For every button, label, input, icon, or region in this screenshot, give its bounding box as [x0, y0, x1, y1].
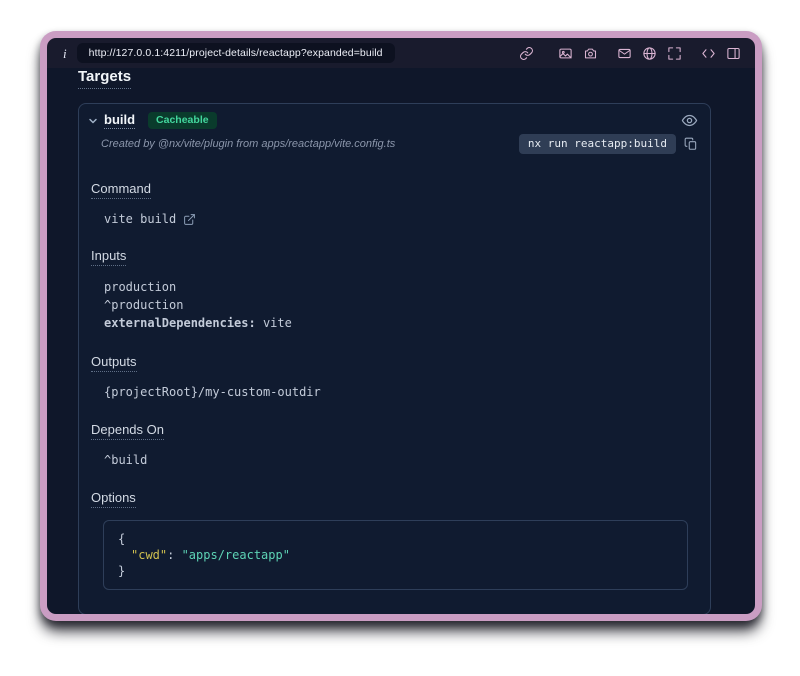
- target-name-build[interactable]: build: [104, 112, 135, 129]
- section-heading-outputs: Outputs: [91, 354, 137, 372]
- command-value: vite build: [104, 212, 176, 226]
- run-command-chip[interactable]: nx run reactapp:build: [519, 134, 676, 154]
- build-card-subheader: Created by @nx/vite/plugin from apps/rea…: [79, 131, 710, 163]
- info-icon[interactable]: i: [63, 47, 67, 60]
- json-value: "apps/reactapp": [182, 548, 290, 562]
- json-open-brace: {: [118, 532, 125, 546]
- eye-icon: [681, 112, 698, 129]
- camera-icon[interactable]: [583, 46, 598, 61]
- url-bar[interactable]: http://127.0.0.1:4211/project-details/re…: [77, 43, 395, 63]
- fullscreen-icon[interactable]: [667, 46, 682, 61]
- build-card-body: Command vite build Inputs production ^pr…: [79, 163, 710, 614]
- input-item: ^production: [104, 296, 698, 314]
- created-by-text: Created by @nx/vite/plugin from apps/rea…: [101, 138, 511, 150]
- json-key: "cwd": [131, 548, 167, 562]
- mail-icon[interactable]: [617, 46, 632, 61]
- json-close-brace: }: [118, 564, 125, 578]
- app-window: i http://127.0.0.1:4211/project-details/…: [40, 31, 762, 621]
- json-colon: :: [167, 548, 181, 562]
- link-icon[interactable]: [519, 46, 534, 61]
- section-heading-inputs: Inputs: [91, 248, 126, 266]
- code-icon[interactable]: [701, 46, 716, 61]
- browser-titlebar: i http://127.0.0.1:4211/project-details/…: [47, 38, 755, 68]
- copy-button[interactable]: [684, 137, 698, 151]
- open-command-button[interactable]: [183, 213, 196, 226]
- page-content: Targets build Cacheable Created by @nx/v…: [47, 68, 755, 614]
- url-text: http://127.0.0.1:4211/project-details/re…: [89, 47, 383, 59]
- screenshot-icon[interactable]: [558, 46, 573, 61]
- options-code-block: { "cwd": "apps/reactapp" }: [103, 520, 688, 590]
- titlebar-actions: [519, 46, 741, 61]
- sidebar-layout-icon[interactable]: [726, 46, 741, 61]
- output-item: {projectRoot}/my-custom-outdir: [104, 384, 698, 400]
- section-heading-depends-on: Depends On: [91, 422, 164, 440]
- external-link-icon: [183, 213, 196, 226]
- chevron-down-icon[interactable]: [87, 115, 99, 127]
- inputs-list: production ^production externalDependenc…: [104, 278, 698, 332]
- cacheable-badge: Cacheable: [148, 112, 217, 129]
- command-row: vite build: [104, 212, 698, 226]
- json-line: "cwd": "apps/reactapp": [118, 547, 290, 563]
- section-heading-options: Options: [91, 490, 136, 508]
- visibility-button-build[interactable]: [681, 112, 698, 129]
- globe-icon[interactable]: [642, 46, 657, 61]
- input-item-external-deps: externalDependencies: vite: [104, 314, 698, 332]
- build-card-header[interactable]: build Cacheable: [79, 104, 710, 131]
- copy-icon: [684, 137, 698, 151]
- target-card-build: build Cacheable Created by @nx/vite/plug…: [78, 103, 711, 614]
- depends-on-item: ^build: [104, 452, 698, 468]
- page-title: Targets: [78, 68, 131, 89]
- input-item: production: [104, 278, 698, 296]
- section-heading-command: Command: [91, 181, 151, 199]
